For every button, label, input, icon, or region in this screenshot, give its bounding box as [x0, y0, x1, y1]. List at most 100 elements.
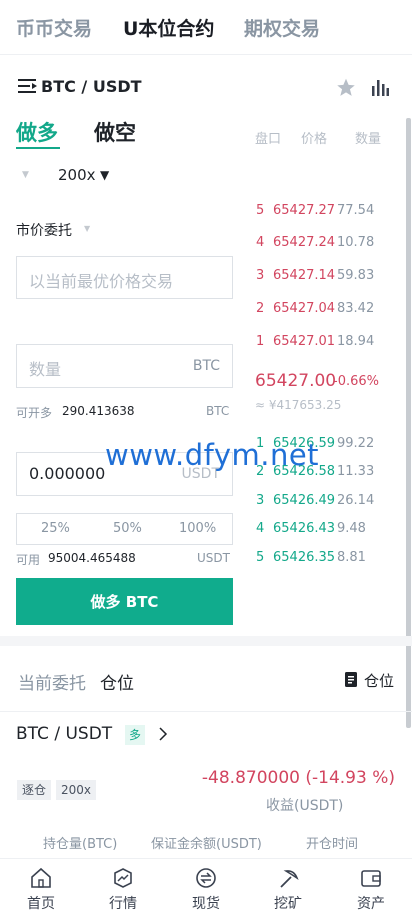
bid-level: 5 [256, 550, 265, 565]
home-icon [31, 867, 51, 888]
openable-unit: BTC [206, 404, 230, 418]
ask-qty: 59.83 [337, 268, 375, 283]
top-divider [0, 54, 412, 55]
bid-qty: 8.81 [337, 550, 366, 565]
leverage-selector[interactable]: 200x [58, 166, 96, 184]
bid-qty: 9.48 [337, 521, 366, 536]
ask-price: 65427.01 [273, 334, 336, 349]
tab-usdt-futures[interactable]: U本位合约 [123, 14, 214, 41]
margin-mode-tag: 逐仓 [17, 780, 52, 800]
nav-mining-label: 挖矿 [274, 896, 302, 912]
market-icon [114, 868, 132, 888]
percent-selector: 25% 50% 100% [16, 513, 233, 545]
nav-market[interactable]: 行情 [82, 859, 164, 916]
percent-100-button[interactable]: 100% [179, 521, 216, 536]
available-unit: USDT [197, 551, 230, 565]
ask-row[interactable]: 1 65427.01 18.94 [252, 334, 412, 354]
openable-label: 可开多 [16, 406, 53, 420]
tab-short[interactable]: 做空 [94, 117, 136, 147]
ask-level: 3 [256, 268, 265, 283]
amount-input-placeholder: 数量 [29, 360, 62, 379]
last-price: 65427.00 [255, 371, 337, 391]
bid-level: 4 [256, 521, 265, 536]
tab-long-underline [16, 147, 60, 149]
order-type-caret-icon: ▼ [84, 224, 91, 233]
position-pair[interactable]: BTC / USDT [16, 724, 112, 744]
nav-spot-label: 现货 [192, 896, 220, 912]
pair-title[interactable]: BTC / USDT [41, 77, 142, 96]
ask-qty: 77.54 [337, 203, 375, 218]
document-icon[interactable] [345, 672, 357, 687]
menu-list-icon[interactable] [18, 78, 38, 94]
bid-qty: 26.14 [337, 493, 375, 508]
ask-qty: 83.42 [337, 301, 375, 316]
favorite-star-icon[interactable] [335, 77, 357, 98]
ask-row[interactable]: 5 65427.27 77.54 [252, 203, 412, 223]
watermark: www.dfym.net [105, 438, 320, 472]
ask-row[interactable]: 4 65427.24 10.78 [252, 235, 412, 255]
percent-25-button[interactable]: 25% [41, 521, 70, 536]
orderbook-header-price: 价格 [301, 132, 328, 147]
amount-unit: BTC [192, 358, 220, 374]
bid-price: 65426.49 [273, 493, 336, 508]
wallet-icon [361, 870, 381, 887]
positions-link[interactable]: 仓位 [364, 670, 394, 691]
spot-icon [196, 868, 216, 888]
bottom-nav: 首页 行情 现货 挖矿 资产 [0, 858, 412, 915]
col-margin-balance: 保证金余额(USDT) [151, 837, 262, 852]
tab-options-trading[interactable]: 期权交易 [244, 14, 320, 41]
position-pnl: -48.870000 (-14.93 %) [201, 768, 395, 788]
nav-assets[interactable]: 资产 [330, 859, 412, 916]
leverage-prefix-caret-icon: ▼ [22, 170, 29, 180]
price-input-box[interactable]: 以当前最优价格交易 [16, 256, 233, 299]
tab-positions[interactable]: 仓位 [100, 669, 134, 694]
nav-market-label: 行情 [109, 896, 137, 912]
ask-qty: 10.78 [337, 235, 375, 250]
chevron-right-icon[interactable] [158, 727, 168, 741]
bid-qty: 99.22 [337, 436, 375, 451]
percent-50-button[interactable]: 50% [113, 521, 142, 536]
tab-spot-trading[interactable]: 币币交易 [16, 14, 92, 41]
ask-level: 2 [256, 301, 265, 316]
order-type-selector[interactable]: 市价委托 [16, 220, 72, 240]
open-long-button[interactable]: 做多 BTC [16, 578, 233, 625]
price-change: -0.66% [333, 374, 379, 389]
bid-price: 65426.43 [273, 521, 336, 536]
pnl-label: 收益(USDT) [266, 798, 344, 814]
bid-level: 3 [256, 493, 265, 508]
orderbook-header-level: 盘口 [255, 132, 282, 147]
long-badge: 多 [125, 725, 145, 745]
mining-icon [280, 870, 299, 888]
bid-price: 65426.35 [273, 550, 336, 565]
bid-row[interactable]: 4 65426.43 9.48 [252, 521, 412, 541]
orders-divider [0, 711, 412, 712]
price-input-placeholder: 以当前最优价格交易 [29, 272, 174, 291]
orderbook-header-qty: 数量 [355, 132, 382, 147]
ask-price: 65427.27 [273, 203, 336, 218]
section-separator [0, 636, 412, 646]
top-tab-bar: 币币交易 U本位合约 期权交易 [0, 0, 412, 54]
ask-row[interactable]: 2 65427.04 83.42 [252, 301, 412, 321]
ask-price: 65427.04 [273, 301, 336, 316]
nav-home-label: 首页 [27, 896, 55, 912]
available-label: 可用 [16, 553, 41, 567]
ask-level: 4 [256, 235, 265, 250]
chart-bars-icon[interactable] [371, 78, 389, 96]
available-value: 95004.465488 [48, 551, 136, 565]
ask-row[interactable]: 3 65427.14 59.83 [252, 268, 412, 288]
nav-home[interactable]: 首页 [0, 859, 82, 916]
ask-level: 5 [256, 203, 265, 218]
cny-price: ≈ ¥417653.25 [255, 398, 342, 412]
tab-current-orders[interactable]: 当前委托 [18, 669, 86, 694]
leverage-dropdown-icon[interactable]: ▼ [100, 168, 109, 182]
ask-price: 65427.14 [273, 268, 336, 283]
bid-row[interactable]: 5 65426.35 8.81 [252, 550, 412, 570]
amount-input-box[interactable]: 数量 BTC [16, 344, 233, 388]
leverage-tag: 200x [56, 780, 97, 800]
nav-mining[interactable]: 挖矿 [247, 859, 329, 916]
nav-spot[interactable]: 现货 [165, 859, 247, 916]
ask-qty: 18.94 [337, 334, 375, 349]
nav-assets-label: 资产 [357, 896, 385, 912]
tab-long[interactable]: 做多 [16, 117, 58, 147]
bid-row[interactable]: 3 65426.49 26.14 [252, 493, 412, 513]
